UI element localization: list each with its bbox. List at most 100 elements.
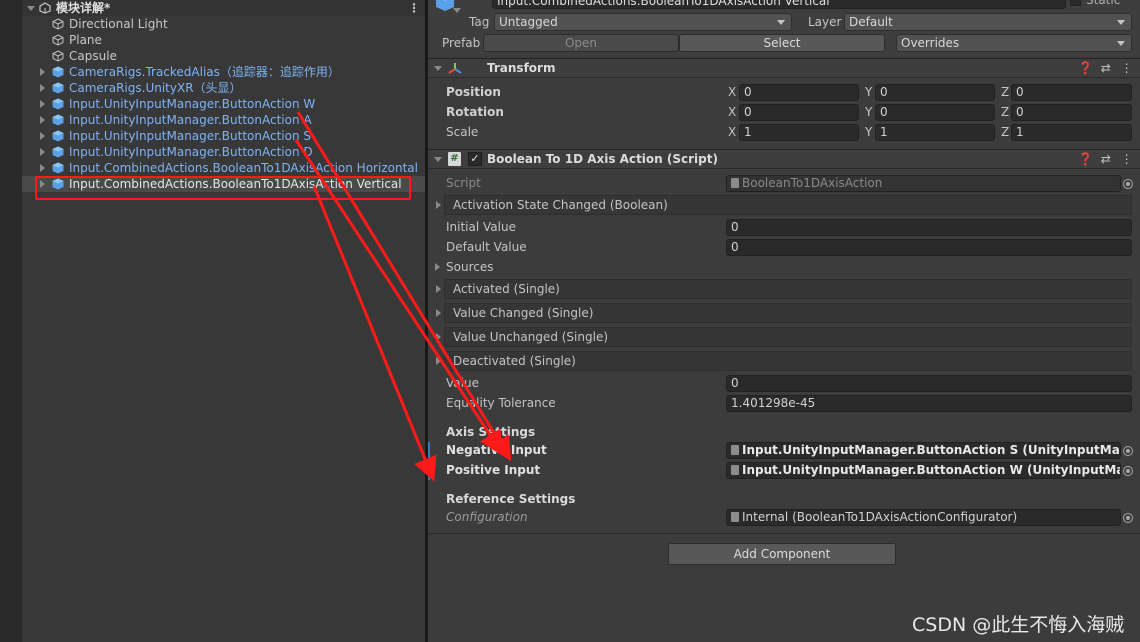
foldout-arrow-icon[interactable] xyxy=(436,309,441,317)
layer-dropdown[interactable]: Default xyxy=(844,13,1132,31)
hierarchy-item[interactable]: Input.UnityInputManager.ButtonAction W xyxy=(22,96,425,112)
prefab-cube-icon xyxy=(52,162,64,174)
object-picker-icon[interactable] xyxy=(1123,466,1133,476)
foldout-arrow-icon[interactable] xyxy=(436,285,441,293)
hierarchy-item[interactable]: Input.UnityInputManager.ButtonAction A xyxy=(22,112,425,128)
value-label: Value xyxy=(446,376,479,390)
script-value: BooleanTo1DAxisAction xyxy=(742,176,883,190)
foldout-arrow-icon[interactable] xyxy=(435,263,440,271)
static-checkbox[interactable] xyxy=(1070,0,1081,6)
hierarchy-item[interactable]: Input.UnityInputManager.ButtonAction D xyxy=(22,144,425,160)
component-separator xyxy=(428,533,1140,534)
event-activated[interactable]: Activated (Single) xyxy=(444,279,1132,299)
x-axis-label: X xyxy=(728,125,737,139)
position-z-field[interactable]: 0 xyxy=(1011,84,1132,101)
expand-arrow-icon[interactable] xyxy=(40,116,45,124)
event-deactivated[interactable]: Deactivated (Single) xyxy=(444,351,1132,371)
transform-icon xyxy=(448,63,462,74)
expand-arrow-icon[interactable] xyxy=(40,148,45,156)
hierarchy-item[interactable]: Directional Light xyxy=(22,16,425,32)
transform-title: Transform xyxy=(487,61,556,75)
event-value-unchanged[interactable]: Value Unchanged (Single) xyxy=(444,327,1132,347)
value-field[interactable]: 0 xyxy=(726,375,1132,392)
configurator-object-icon xyxy=(731,512,739,522)
foldout-arrow-icon[interactable] xyxy=(434,66,442,71)
icon-dropdown-icon[interactable] xyxy=(453,8,461,13)
script-component-title: Boolean To 1D Axis Action (Script) xyxy=(487,152,718,166)
scale-x-field[interactable]: 1 xyxy=(739,124,859,141)
hierarchy-item[interactable]: CameraRigs.UnityXR（头显） xyxy=(22,80,425,96)
prefab-cube-icon xyxy=(52,66,64,78)
component-menu-icon[interactable]: ⋮ xyxy=(1121,61,1133,75)
expand-arrow-icon[interactable] xyxy=(40,132,45,140)
object-name-field[interactable]: Input.CombinedActions.BooleanTo1DAxisAct… xyxy=(492,0,1066,9)
equality-tolerance-field[interactable]: 1.401298e-45 xyxy=(726,395,1132,412)
watermark: CSDN @此生不悔入海贼 xyxy=(912,614,1125,636)
gameobject-cube-icon xyxy=(52,50,64,62)
expand-arrow-icon[interactable] xyxy=(40,68,45,76)
tag-dropdown[interactable]: Untagged xyxy=(494,13,792,31)
scale-z-field[interactable]: 1 xyxy=(1011,124,1132,141)
script-component-header[interactable]: # ✓ Boolean To 1D Axis Action (Script) ❓… xyxy=(428,149,1140,169)
hierarchy-item[interactable]: Input.CombinedActions.BooleanTo1DAxisAct… xyxy=(22,160,425,176)
prefab-overrides-dropdown[interactable]: Overrides xyxy=(896,34,1132,52)
rotation-x-field[interactable]: 0 xyxy=(739,104,859,121)
y-axis-label: Y xyxy=(865,105,873,119)
prefab-cube-icon xyxy=(52,114,64,126)
foldout-arrow-icon[interactable] xyxy=(436,333,441,341)
rotation-y-field[interactable]: 0 xyxy=(875,104,995,121)
positive-input-field[interactable]: Input.UnityInputManager.ButtonAction W (… xyxy=(726,462,1121,479)
hierarchy-item[interactable]: Capsule xyxy=(22,48,425,64)
help-icon[interactable]: ❓ xyxy=(1078,152,1093,166)
scene-header-row[interactable]: 模块详解* ⋮ xyxy=(22,0,425,16)
enabled-checkbox[interactable]: ✓ xyxy=(468,152,482,166)
add-component-button[interactable]: Add Component xyxy=(668,543,896,565)
foldout-arrow-icon[interactable] xyxy=(436,357,441,365)
foldout-arrow-icon[interactable] xyxy=(434,157,442,162)
expand-arrow-icon[interactable] xyxy=(40,84,45,92)
z-axis-label: Z xyxy=(1001,125,1010,139)
position-x-field[interactable]: 0 xyxy=(739,84,859,101)
position-y-field[interactable]: 0 xyxy=(875,84,995,101)
chevron-down-icon xyxy=(777,20,785,25)
hierarchy-item[interactable]: CameraRigs.TrackedAlias（追踪器：追踪作用） xyxy=(22,64,425,80)
rotation-z-field[interactable]: 0 xyxy=(1011,104,1132,121)
layer-label: Layer xyxy=(808,15,842,29)
event-activation-state-changed[interactable]: Activation State Changed (Boolean) xyxy=(444,195,1132,215)
sources-label[interactable]: Sources xyxy=(446,259,493,275)
expand-arrow-icon[interactable] xyxy=(40,164,45,172)
chevron-down-icon xyxy=(1117,41,1125,46)
reference-settings-heading: Reference Settings xyxy=(446,492,576,506)
object-picker-icon[interactable] xyxy=(1123,513,1133,523)
presets-icon[interactable]: ⇄ xyxy=(1101,61,1111,75)
script-reference-field: BooleanTo1DAxisAction xyxy=(726,175,1121,192)
static-label: Static xyxy=(1086,0,1121,7)
positive-input-value: Input.UnityInputManager.ButtonAction W (… xyxy=(742,463,1120,477)
object-picker-icon[interactable] xyxy=(1123,446,1133,456)
configuration-field[interactable]: Internal (BooleanTo1DAxisActionConfigura… xyxy=(726,509,1121,526)
negative-input-field[interactable]: Input.UnityInputManager.ButtonAction S (… xyxy=(726,442,1121,459)
expand-arrow-icon[interactable] xyxy=(40,100,45,108)
presets-icon[interactable]: ⇄ xyxy=(1101,152,1111,166)
component-menu-icon[interactable]: ⋮ xyxy=(1121,152,1133,166)
rotation-label: Rotation xyxy=(446,105,504,119)
help-icon[interactable]: ❓ xyxy=(1078,61,1093,75)
hierarchy-item-label: CameraRigs.UnityXR（头显） xyxy=(69,81,242,95)
expand-arrow-icon[interactable] xyxy=(27,6,35,11)
transform-header[interactable]: Transform ❓ ⇄ ⋮ xyxy=(428,58,1140,78)
hierarchy-item[interactable]: Input.UnityInputManager.ButtonAction S xyxy=(22,128,425,144)
default-value-field[interactable]: 0 xyxy=(726,239,1132,256)
hierarchy-item[interactable]: Plane xyxy=(22,32,425,48)
z-axis-label: Z xyxy=(1001,105,1010,119)
annotation-selection-box xyxy=(35,176,411,200)
object-picker-icon xyxy=(1123,179,1133,189)
z-axis-label: Z xyxy=(1001,85,1010,99)
scale-y-field[interactable]: 1 xyxy=(875,124,995,141)
initial-value-field[interactable]: 0 xyxy=(726,219,1132,236)
prefab-open-button[interactable]: Open xyxy=(483,34,679,52)
foldout-arrow-icon[interactable] xyxy=(436,201,441,209)
scene-menu-icon[interactable]: ⋮ xyxy=(408,0,420,16)
layer-value: Default xyxy=(849,15,893,29)
prefab-select-button[interactable]: Select xyxy=(679,34,885,52)
event-value-changed[interactable]: Value Changed (Single) xyxy=(444,303,1132,323)
